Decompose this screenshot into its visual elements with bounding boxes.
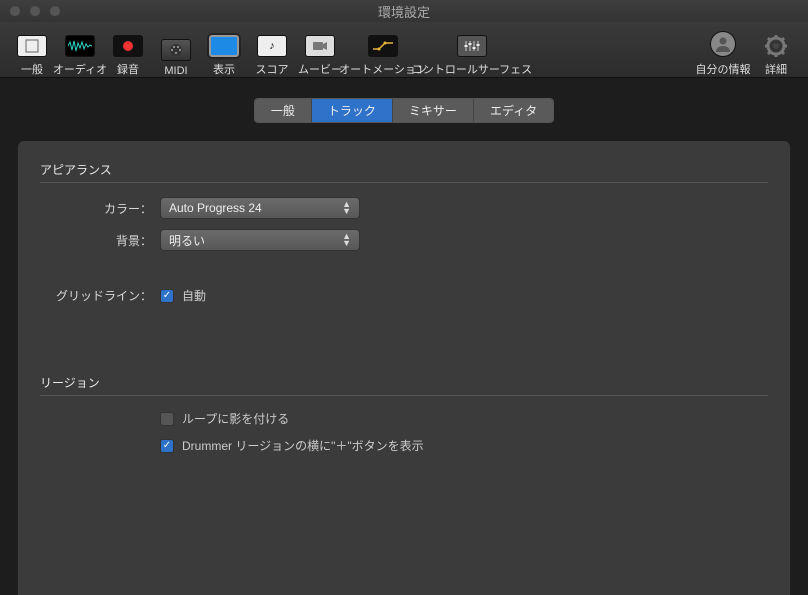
display-monitor-icon	[209, 35, 239, 57]
color-select-value: Auto Progress 24	[169, 201, 262, 215]
color-select[interactable]: Auto Progress 24 ▲▼	[160, 197, 360, 219]
titlebar: 環境設定	[0, 0, 808, 22]
toolbar-midi[interactable]: MIDI	[152, 23, 200, 77]
toolbar-label: 詳細	[765, 61, 787, 77]
toolbar-label: MIDI	[164, 65, 187, 77]
row-color: カラー： Auto Progress 24 ▲▼	[40, 197, 768, 219]
tab-tracks[interactable]: トラック	[312, 99, 393, 122]
audio-waveform-icon	[65, 35, 95, 57]
toolbar-display[interactable]: 表示	[200, 23, 248, 77]
background-select[interactable]: 明るい ▲▼	[160, 229, 360, 251]
row-drummer-plus: Drummer リージョンの横に"＋"ボタンを表示	[40, 437, 768, 454]
loop-shadow-label: ループに影を付ける	[182, 410, 289, 427]
toolbar-score[interactable]: ♪ スコア	[248, 23, 296, 77]
toolbar-advanced[interactable]: 詳細	[752, 23, 800, 77]
sub-tab-bar: 一般 トラック ミキサー エディタ	[18, 98, 790, 123]
gear-icon	[761, 35, 791, 57]
gridlines-label: グリッドライン：	[40, 287, 160, 304]
movie-camera-icon	[305, 35, 335, 57]
chevron-updown-icon: ▲▼	[342, 201, 351, 215]
tab-general[interactable]: 一般	[255, 99, 312, 122]
record-icon	[113, 35, 143, 57]
toolbar-label: 自分の情報	[696, 61, 751, 77]
gridlines-auto-checkbox[interactable]	[160, 289, 174, 303]
faders-icon	[457, 35, 487, 57]
midi-icon	[161, 39, 191, 61]
toolbar-control-surfaces[interactable]: コントロールサーフェス	[422, 23, 522, 77]
settings-panel: アピアランス カラー： Auto Progress 24 ▲▼ 背景： 明るい …	[18, 141, 790, 595]
segmented-control: 一般 トラック ミキサー エディタ	[254, 98, 554, 123]
section-appearance-title: アピアランス	[40, 155, 768, 183]
tab-editor[interactable]: エディタ	[474, 99, 553, 122]
toolbar-movie[interactable]: ムービー	[296, 23, 344, 77]
toolbar-label: オーディオ	[53, 61, 107, 77]
row-loop-shadow: ループに影を付ける	[40, 410, 768, 427]
toolbar-label: 一般	[21, 61, 43, 77]
preferences-toolbar: 一般 オーディオ 録音 MIDI 表示 ♪ スコア ムービー オートメー	[0, 22, 808, 78]
row-gridlines: グリッドライン： 自動	[40, 287, 768, 304]
content-area: 一般 トラック ミキサー エディタ アピアランス カラー： Auto Progr…	[0, 78, 808, 595]
background-select-value: 明るい	[169, 232, 205, 249]
toolbar-general[interactable]: 一般	[8, 23, 56, 77]
score-note-icon: ♪	[257, 35, 287, 57]
toolbar-label: コントロールサーフェス	[412, 61, 532, 77]
toolbar-audio[interactable]: オーディオ	[56, 23, 104, 77]
general-icon	[17, 35, 47, 57]
color-label: カラー：	[40, 200, 160, 217]
drummer-plus-checkbox[interactable]	[160, 439, 174, 453]
chevron-updown-icon: ▲▼	[342, 233, 351, 247]
window-title: 環境設定	[0, 2, 808, 21]
row-background: 背景： 明るい ▲▼	[40, 229, 768, 251]
gridlines-auto-label: 自動	[182, 287, 206, 304]
toolbar-label: 表示	[213, 61, 235, 77]
toolbar-record[interactable]: 録音	[104, 23, 152, 77]
loop-shadow-checkbox[interactable]	[160, 412, 174, 426]
toolbar-my-info[interactable]: 自分の情報	[694, 23, 752, 77]
toolbar-label: スコア	[256, 61, 289, 77]
toolbar-label: 録音	[117, 61, 139, 77]
background-label: 背景：	[40, 232, 160, 249]
toolbar-label: ムービー	[298, 61, 342, 77]
automation-line-icon	[368, 35, 398, 57]
drummer-plus-label: Drummer リージョンの横に"＋"ボタンを表示	[182, 437, 424, 454]
toolbar-automation[interactable]: オートメーション	[344, 23, 422, 77]
user-silhouette-icon	[710, 31, 736, 57]
tab-mixer[interactable]: ミキサー	[393, 99, 474, 122]
section-region-title: リージョン	[40, 368, 768, 396]
